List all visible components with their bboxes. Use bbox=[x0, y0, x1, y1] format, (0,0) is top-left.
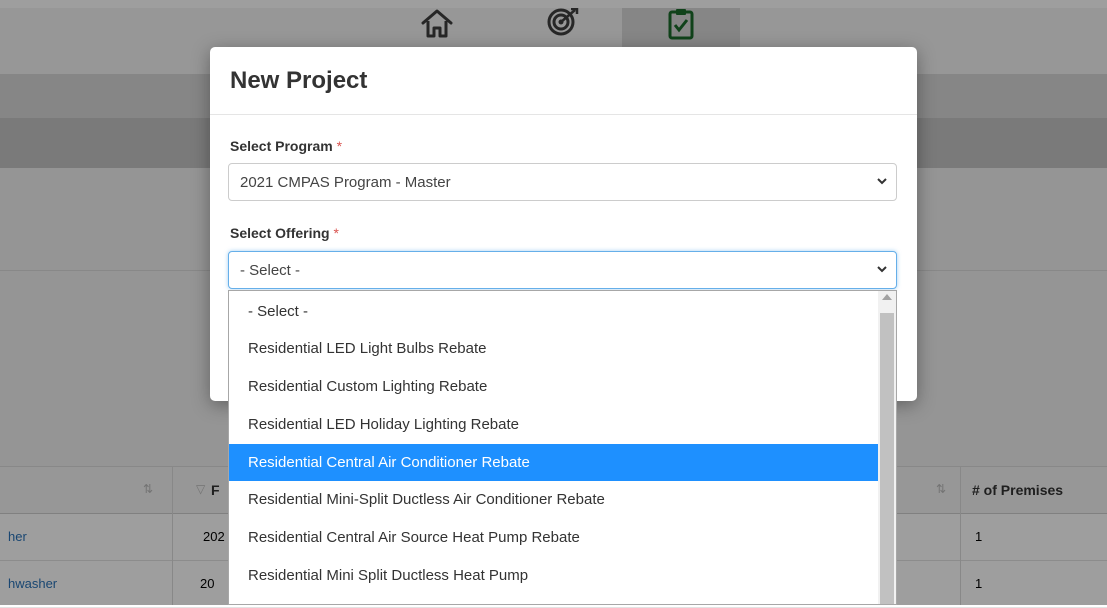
offering-label: Select Offering * bbox=[230, 225, 339, 241]
chevron-down-icon bbox=[876, 261, 888, 281]
modal-header: New Project bbox=[210, 47, 917, 115]
program-label-text: Select Program bbox=[230, 138, 333, 154]
offering-option[interactable]: Residential Custom Lighting Rebate bbox=[229, 368, 879, 405]
offering-label-text: Select Offering bbox=[230, 225, 330, 241]
required-asterisk: * bbox=[336, 138, 343, 154]
offering-option[interactable]: Residential LED Light Bulbs Rebate bbox=[229, 330, 879, 367]
chevron-down-icon bbox=[876, 173, 888, 193]
dropdown-scrollbar[interactable] bbox=[878, 291, 896, 604]
modal-title: New Project bbox=[230, 67, 368, 94]
scrollbar-thumb[interactable] bbox=[880, 313, 894, 604]
required-asterisk: * bbox=[333, 225, 339, 241]
offering-option[interactable]: Residential Central Air Source Heat Pump… bbox=[229, 519, 879, 556]
offering-option[interactable]: Residential LED Holiday Lighting Rebate bbox=[229, 406, 879, 443]
offering-dropdown-list[interactable]: - Select - Residential LED Light Bulbs R… bbox=[228, 290, 897, 605]
offering-select-value: - Select - bbox=[240, 262, 301, 279]
program-select[interactable]: 2021 CMPAS Program - Master bbox=[228, 163, 897, 201]
offering-option[interactable]: Residential Mini Split Ductless Heat Pum… bbox=[229, 557, 879, 594]
offering-option[interactable]: Residential Mini-Split Ductless Air Cond… bbox=[229, 481, 879, 518]
offering-option[interactable]: - Select - bbox=[229, 293, 879, 330]
program-label: Select Program * bbox=[230, 138, 342, 154]
program-select-value: 2021 CMPAS Program - Master bbox=[240, 174, 451, 191]
scroll-up-arrow-icon[interactable] bbox=[882, 294, 892, 300]
offering-select[interactable]: - Select - bbox=[228, 251, 897, 289]
offering-option-highlighted[interactable]: Residential Central Air Conditioner Reba… bbox=[229, 444, 879, 481]
